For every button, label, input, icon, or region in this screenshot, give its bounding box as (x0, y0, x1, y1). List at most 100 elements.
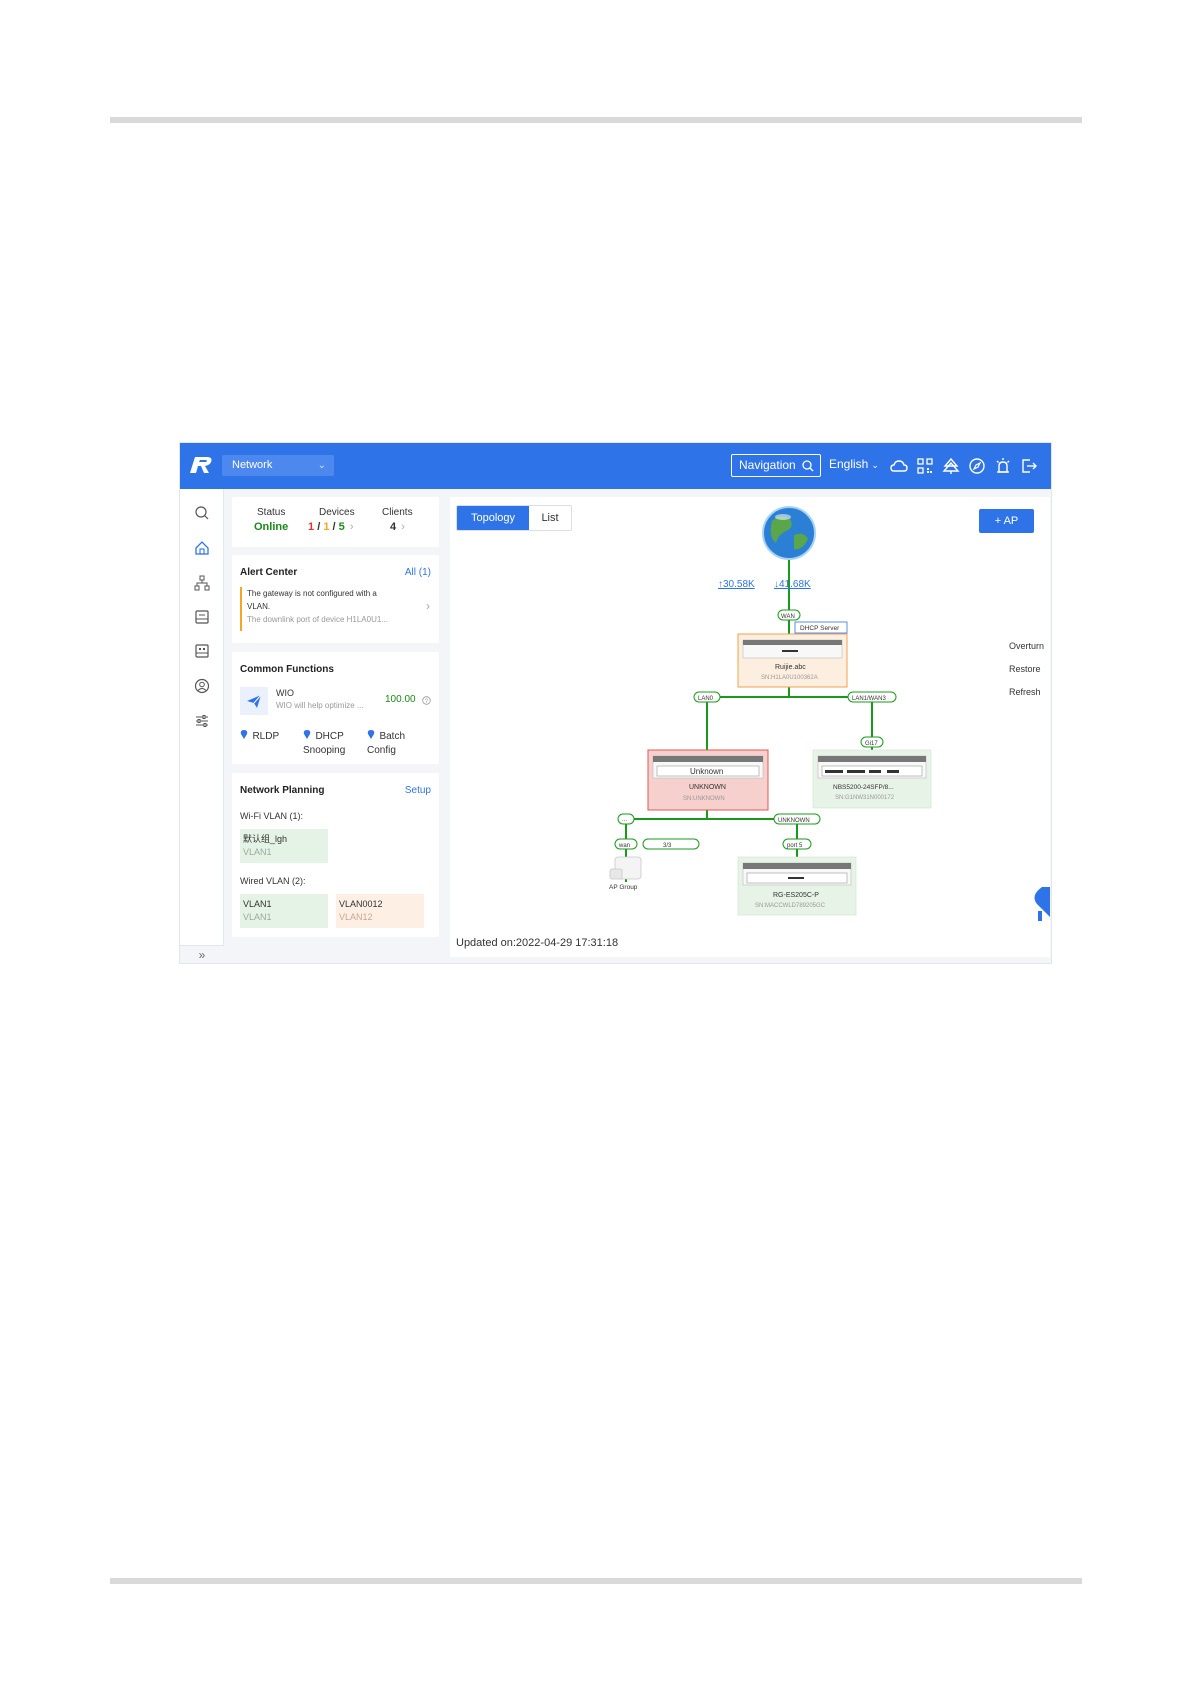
unknown-name: UNKNOWN (689, 784, 726, 791)
updated-timestamp: Updated on:2022-04-29 17:31:18 (456, 937, 619, 949)
alert-item[interactable]: The gateway is not configured with a VLA… (240, 587, 430, 631)
gateway-node[interactable]: Ruijie.abc SN:H1LA0U100362A (737, 633, 848, 688)
alert-center-title: Alert Center (240, 567, 298, 578)
dhcp-server-text: DHCP Server (800, 625, 840, 632)
ap-group-label: AP Group (609, 884, 638, 891)
status-label: Status (257, 507, 286, 518)
function-dhcp-snooping[interactable]: DHCP Snooping (303, 726, 345, 756)
devices-count-c: 5 (338, 521, 345, 533)
port-label-unknown: UNKNOWN (773, 813, 821, 825)
tree-icon[interactable] (942, 457, 960, 475)
devices-sep: / (332, 521, 336, 533)
network-planning-card: Network Planning Setup Wi-Fi VLAN (1): 默… (232, 773, 439, 937)
wio-score: 100.00 (385, 694, 416, 705)
port-label-dots: ... (617, 813, 635, 825)
clients-summary[interactable]: 4 › (390, 521, 405, 533)
function-snooping-label: Snooping (303, 745, 346, 756)
port-wan-text: WAN (781, 614, 795, 620)
gateway-sn: SN:H1LA0U100362A (761, 675, 818, 681)
logout-icon[interactable] (1020, 457, 1038, 475)
pin-icon (303, 730, 311, 739)
topology-diagram: ↑30.58K ↓41.68K WAN DHCP Server Ruijie.a… (609, 506, 1050, 921)
devices-label: Devices (319, 507, 355, 518)
home-icon[interactable] (194, 540, 210, 556)
user-icon[interactable] (194, 678, 210, 694)
port-unknown-text: UNKNOWN (778, 818, 810, 824)
status-value: Online (254, 521, 289, 533)
port-label-wan: WAN (777, 609, 801, 621)
network-select-label: Network (232, 459, 273, 471)
port-label-lan0: LAN0 (693, 691, 721, 703)
function-rldp-label: RLDP (252, 731, 280, 742)
pin-icon (240, 730, 248, 739)
chevron-down-icon: ⌄ (317, 460, 326, 471)
wired-vlan-name: VLAN1 (243, 899, 272, 909)
app-screenshot: Network ⌄ Navigation English ⌄ » Status O… (179, 442, 1052, 964)
devices-count-a: 1 (308, 521, 315, 533)
gateway-device-icon[interactable] (194, 609, 210, 625)
assistant-icon[interactable] (1034, 887, 1050, 921)
function-rldp[interactable]: RLDP (240, 726, 279, 744)
switch-device-icon[interactable] (194, 643, 210, 659)
nbs-switch-node[interactable]: NBS5200-24SFP/8... SN:G1NW31N000172 (812, 749, 932, 809)
port-lan1-text: LAN1/WAN3 (852, 696, 886, 702)
port-label-port5: port 5 (782, 838, 812, 850)
pin-icon (367, 730, 375, 739)
function-dhcp-label: DHCP (315, 731, 344, 742)
paper-plane-icon (247, 694, 262, 708)
function-batch-label: Batch (379, 731, 406, 742)
navigation-button[interactable]: Navigation (731, 454, 821, 477)
language-select[interactable]: English ⌄ (829, 457, 879, 471)
cloud-icon[interactable] (890, 457, 908, 475)
wifi-vlan-label: Wi-Fi VLAN (1): (240, 811, 303, 821)
function-config-label: Config (367, 745, 396, 756)
help-icon[interactable]: ? (422, 696, 431, 705)
ap-count-badge: 3/3 (642, 838, 700, 850)
alarm-icon[interactable] (994, 457, 1012, 475)
port-5-text: port 5 (787, 843, 803, 849)
alert-all-link[interactable]: All (1) (405, 567, 431, 578)
topology-icon[interactable] (194, 575, 210, 591)
search-icon (802, 460, 814, 472)
download-rate: ↓41.68K (774, 579, 811, 590)
es-switch-node[interactable]: RG-ES205C-P SN:MACCWLD789205GC (737, 856, 857, 916)
internet-globe-icon (762, 506, 816, 560)
chevron-right-icon: › (349, 521, 354, 533)
search-icon[interactable] (194, 505, 210, 521)
port-label-lan1: LAN1/WAN3 (847, 691, 897, 703)
setup-link[interactable]: Setup (405, 785, 431, 796)
network-planning-title: Network Planning (240, 785, 325, 796)
devices-summary[interactable]: 1 / 1 / 5 › (308, 521, 353, 533)
clients-count: 4 (390, 521, 397, 533)
ap-group-node[interactable]: AP Group (609, 856, 642, 891)
function-batch-config[interactable]: Batch Config (367, 726, 405, 756)
wifi-vlan-item[interactable]: 默认组_lgh VLAN1 (240, 829, 328, 863)
port-label-gi17: Gi17 (860, 736, 884, 748)
wio-item[interactable]: WIO WIO will help optimize ... 100.00 ? (240, 686, 432, 716)
qr-code-icon[interactable] (916, 457, 934, 475)
page-top-rule (110, 117, 1082, 123)
es-sn: SN:MACCWLD789205GC (755, 903, 826, 909)
sidebar-expand-button[interactable]: » (180, 945, 224, 963)
wifi-vlan-name: 默认组_lgh (243, 834, 288, 844)
navigation-label: Navigation (739, 458, 796, 472)
wired-vlan-name: VLAN0012 (339, 899, 383, 909)
port-gi17-text: Gi17 (865, 741, 878, 747)
wio-description: WIO will help optimize ... (276, 701, 364, 710)
wifi-vlan-id: VLAN1 (243, 847, 272, 857)
wired-vlan-item[interactable]: VLAN0012 VLAN12 (336, 894, 424, 928)
unknown-title: Unknown (690, 767, 723, 776)
network-select[interactable]: Network ⌄ (222, 455, 334, 476)
port-lan0-text: LAN0 (698, 696, 714, 702)
wired-vlan-item[interactable]: VLAN1 VLAN1 (240, 894, 328, 928)
wired-vlan-id: VLAN1 (243, 912, 272, 922)
wired-vlan-label: Wired VLAN (2): (240, 876, 306, 886)
chevron-right-icon: › (401, 521, 405, 533)
unknown-device-node[interactable]: Unknown UNKNOWN SN:UNKNOWN (647, 749, 769, 811)
common-functions-card: Common Functions WIO WIO will help optim… (232, 652, 439, 764)
ap-count-text: 3/3 (663, 843, 672, 849)
alert-line-1: The gateway is not configured with a (247, 589, 377, 598)
settings-sliders-icon[interactable] (194, 713, 210, 729)
dhcp-server-badge: DHCP Server (794, 621, 848, 634)
compass-icon[interactable] (968, 457, 986, 475)
